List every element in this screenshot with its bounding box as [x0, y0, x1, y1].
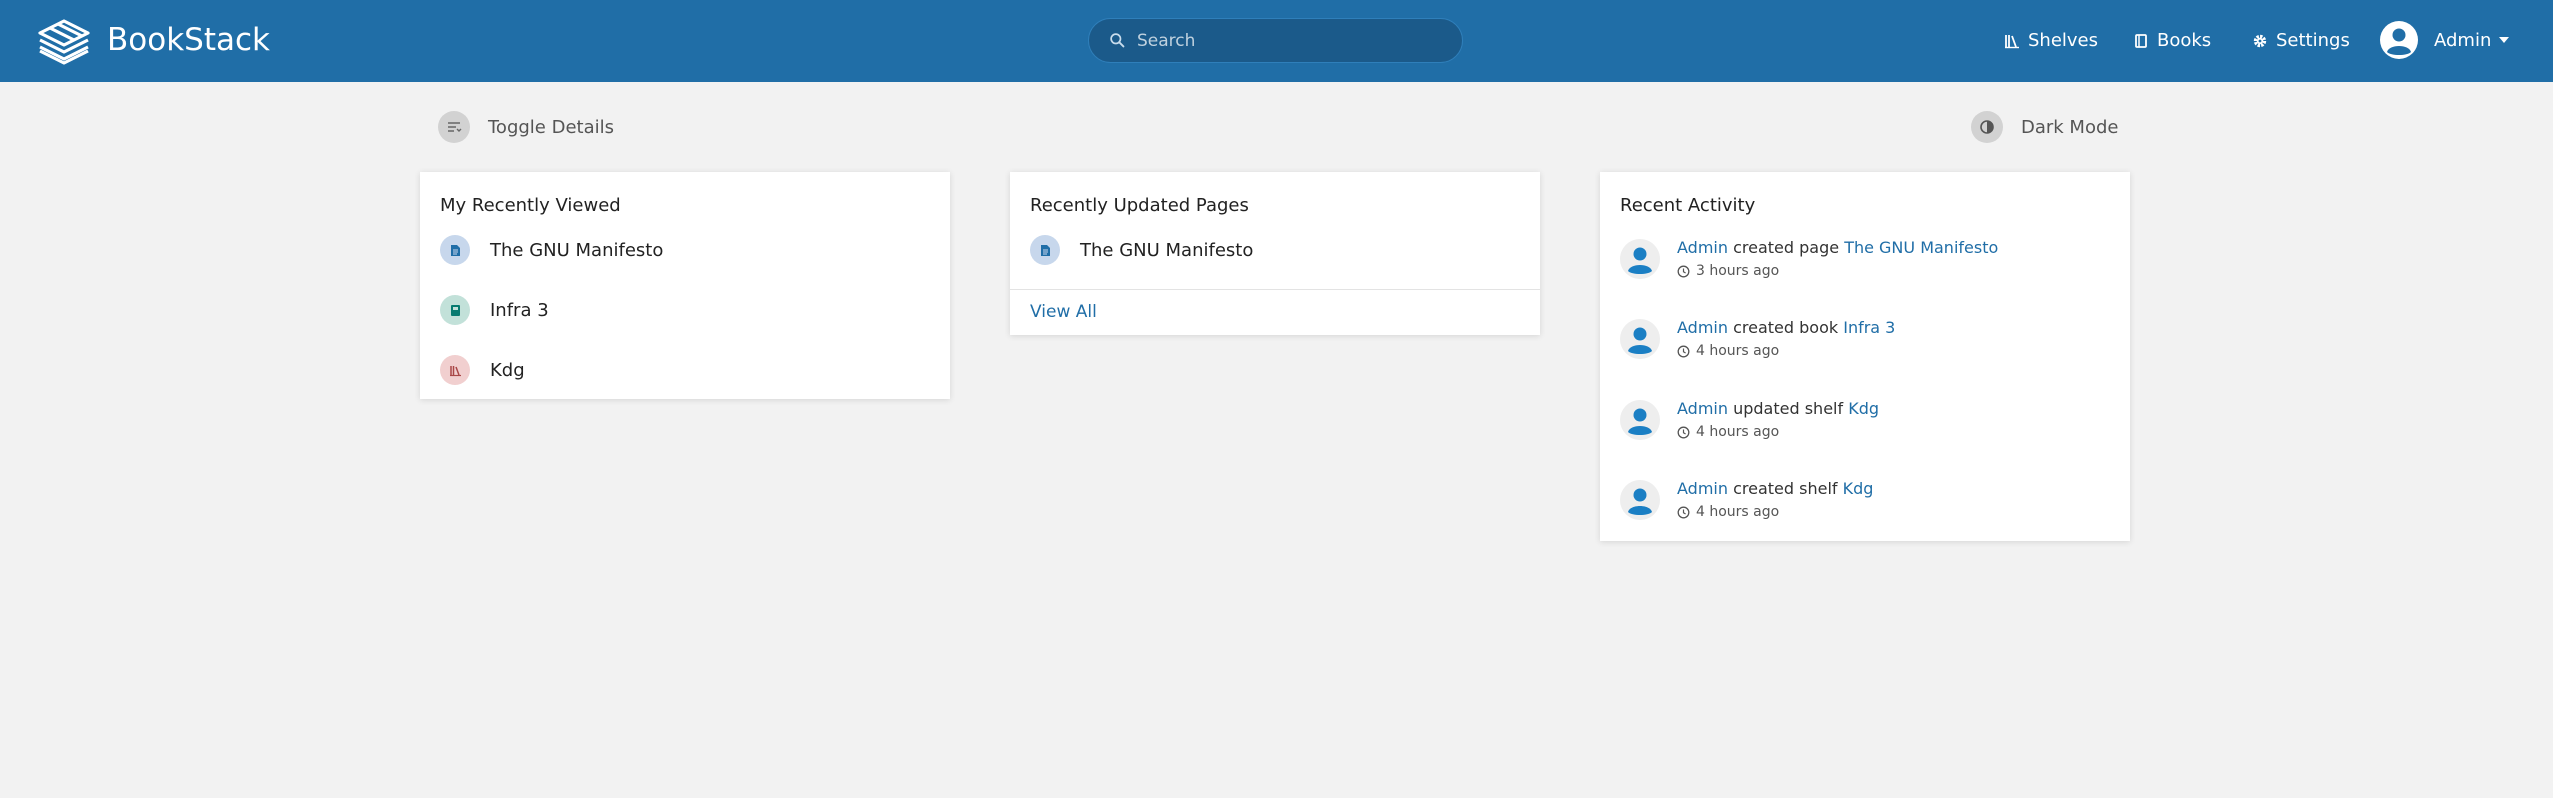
- dark-mode-button[interactable]: Dark Mode: [1971, 111, 2119, 143]
- user-avatar-icon[interactable]: [1620, 480, 1660, 520]
- shelves-icon: [2005, 35, 2019, 49]
- recently-updated-card: Recently Updated Pages The GNU Manifesto…: [1010, 172, 1540, 335]
- gear-icon: [2253, 34, 2267, 48]
- clock-icon: [1677, 265, 1690, 277]
- app-brand-name[interactable]: BookStack: [107, 20, 270, 60]
- recently-viewed-item[interactable]: Infra 3: [440, 294, 549, 326]
- recently-updated-title: Recently Updated Pages: [1030, 195, 1249, 216]
- activity-target-link[interactable]: Infra 3: [1843, 318, 1895, 337]
- activity-user-link[interactable]: Admin: [1677, 318, 1728, 337]
- dark-mode-label: Dark Mode: [2021, 116, 2119, 138]
- bookstack-logo-icon[interactable]: [36, 14, 92, 66]
- page-icon: [440, 235, 470, 265]
- user-menu-name[interactable]: Admin: [2434, 26, 2491, 56]
- shelf-icon: [440, 355, 470, 385]
- nav-shelves-link[interactable]: Shelves: [2004, 26, 2098, 56]
- top-header: BookStack Shelves Books Settings: [0, 0, 2553, 82]
- user-avatar-icon[interactable]: [1620, 400, 1660, 440]
- search-input[interactable]: [1137, 19, 1447, 62]
- view-all-link[interactable]: View All: [1030, 302, 1097, 322]
- recently-viewed-title: My Recently Viewed: [440, 195, 621, 216]
- activity-time: 4 hours ago: [1677, 343, 1779, 359]
- toggle-details-button[interactable]: Toggle Details: [438, 111, 614, 143]
- activity-time-label: 4 hours ago: [1696, 343, 1780, 359]
- search-icon: [1110, 33, 1125, 48]
- recent-activity-card: Recent Activity Admin created page The G…: [1600, 172, 2130, 541]
- activity-action: created page: [1733, 238, 1840, 257]
- dark-mode-icon-wrap: [1971, 111, 2003, 143]
- search-box[interactable]: [1088, 18, 1463, 63]
- user-avatar-icon[interactable]: [1620, 319, 1660, 359]
- toggle-details-icon: [448, 122, 462, 132]
- nav-shelves-label: Shelves: [2028, 30, 2099, 51]
- activity-action: created book: [1733, 318, 1839, 337]
- nav-settings-label: Settings: [2276, 30, 2350, 51]
- page-icon: [1030, 235, 1060, 265]
- activity-target-link[interactable]: Kdg: [1848, 399, 1879, 418]
- activity-user-link[interactable]: Admin: [1677, 479, 1728, 498]
- recently-updated-item-label: The GNU Manifesto: [1080, 239, 1254, 261]
- recent-activity-title: Recent Activity: [1620, 195, 1756, 216]
- activity-text: Admin created page The GNU Manifesto: [1677, 237, 1998, 259]
- recently-viewed-item-label: Infra 3: [490, 299, 549, 321]
- activity-time-label: 4 hours ago: [1696, 504, 1780, 520]
- activity-user-link[interactable]: Admin: [1677, 399, 1728, 418]
- activity-time-label: 4 hours ago: [1696, 424, 1780, 440]
- clock-icon: [1677, 345, 1690, 357]
- activity-text: Admin created book Infra 3: [1677, 317, 1895, 339]
- clock-icon: [1677, 506, 1690, 518]
- activity-target-link[interactable]: Kdg: [1843, 479, 1874, 498]
- activity-text: Admin created shelf Kdg: [1677, 478, 1873, 500]
- chevron-down-icon[interactable]: [2498, 35, 2510, 45]
- recently-viewed-item-label: The GNU Manifesto: [490, 239, 664, 261]
- user-avatar-icon[interactable]: [1620, 239, 1660, 279]
- recently-viewed-card: My Recently Viewed The GNU Manifesto Inf…: [420, 172, 950, 399]
- recently-viewed-item[interactable]: The GNU Manifesto: [440, 234, 663, 266]
- user-avatar-icon[interactable]: [2380, 21, 2418, 59]
- activity-time: 4 hours ago: [1677, 504, 1779, 520]
- recently-viewed-item-label: Kdg: [490, 359, 525, 381]
- activity-action: updated shelf: [1733, 399, 1844, 418]
- half-moon-icon: [1980, 120, 1994, 134]
- activity-user-link[interactable]: Admin: [1677, 238, 1728, 257]
- activity-text: Admin updated shelf Kdg: [1677, 398, 1879, 420]
- activity-time: 3 hours ago: [1677, 263, 1779, 279]
- nav-settings-link[interactable]: Settings: [2252, 26, 2350, 56]
- nav-books-link[interactable]: Books: [2133, 26, 2211, 56]
- activity-target-link[interactable]: The GNU Manifesto: [1844, 238, 1998, 257]
- toggle-details-icon-wrap: [438, 111, 470, 143]
- activity-action: created shelf: [1733, 479, 1838, 498]
- activity-time-label: 3 hours ago: [1696, 263, 1780, 279]
- activity-time: 4 hours ago: [1677, 424, 1779, 440]
- toggle-details-label: Toggle Details: [488, 116, 614, 138]
- recently-viewed-item[interactable]: Kdg: [440, 354, 525, 386]
- book-icon: [440, 295, 470, 325]
- clock-icon: [1677, 426, 1690, 438]
- card-divider: [1010, 289, 1540, 290]
- recently-updated-item[interactable]: The GNU Manifesto: [1030, 234, 1253, 266]
- nav-books-label: Books: [2157, 30, 2212, 51]
- books-icon: [2135, 34, 2147, 48]
